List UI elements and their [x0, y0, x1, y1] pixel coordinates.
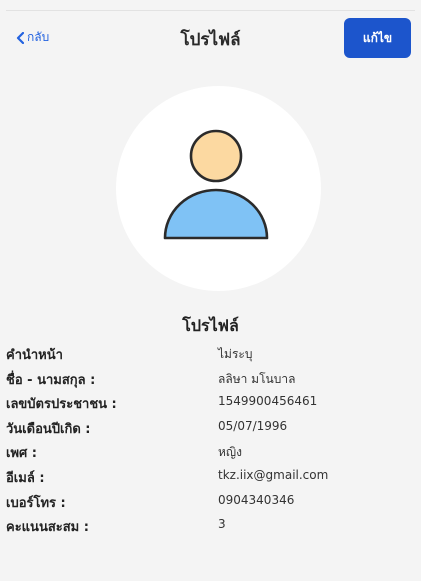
field-label: วันเดือนปีเกิด :	[6, 421, 91, 437]
nav-bar: กลับ โปรไฟล์ แก้ไข	[0, 11, 421, 61]
field-value: tkz.iix@gmail.com	[218, 467, 329, 482]
profile-row-points: คะแนนสะสม : 3	[0, 512, 421, 537]
field-value: หญิง	[218, 445, 242, 460]
field-label: คำนำหน้า	[6, 348, 63, 363]
profile-row-birthdate: วันเดือนปีเกิด : 05/07/1996	[0, 414, 421, 439]
field-value: ลลิษา มโนบาล	[218, 371, 296, 386]
profile-details: คำนำหน้า ไม่ระบุ ชื่อ - นามสกุล : ลลิษา …	[0, 340, 421, 537]
avatar	[116, 86, 321, 291]
field-label: เบอร์โทร :	[6, 495, 66, 511]
field-value: 1549900456461	[218, 394, 318, 409]
profile-row-gender: เพศ : หญิง	[0, 438, 421, 463]
profile-row-prefix: คำนำหน้า ไม่ระบุ	[0, 340, 421, 365]
field-value: 05/07/1996	[218, 418, 288, 433]
field-label: เลขบัตรประชาชน :	[6, 397, 117, 413]
field-label: อีเมล์ :	[6, 470, 45, 486]
field-value: 0904340346	[218, 492, 295, 507]
profile-section-title: โปรไฟล์	[182, 316, 239, 335]
profile-row-phone: เบอร์โทร : 0904340346	[0, 488, 421, 513]
edit-button[interactable]: แก้ไข	[344, 18, 411, 58]
field-value: ไม่ระบุ	[218, 347, 253, 361]
field-label: เพศ :	[6, 446, 37, 462]
profile-row-id-number: เลขบัตรประชาชน : 1549900456461	[0, 389, 421, 414]
user-avatar-icon	[163, 129, 269, 240]
field-value: 3	[218, 517, 226, 532]
profile-row-fullname: ชื่อ - นามสกุล : ลลิษา มโนบาล	[0, 365, 421, 390]
field-label: คะแนนสะสม :	[6, 520, 89, 536]
profile-row-email: อีเมล์ : tkz.iix@gmail.com	[0, 463, 421, 488]
field-label: ชื่อ - นามสกุล :	[6, 372, 96, 388]
